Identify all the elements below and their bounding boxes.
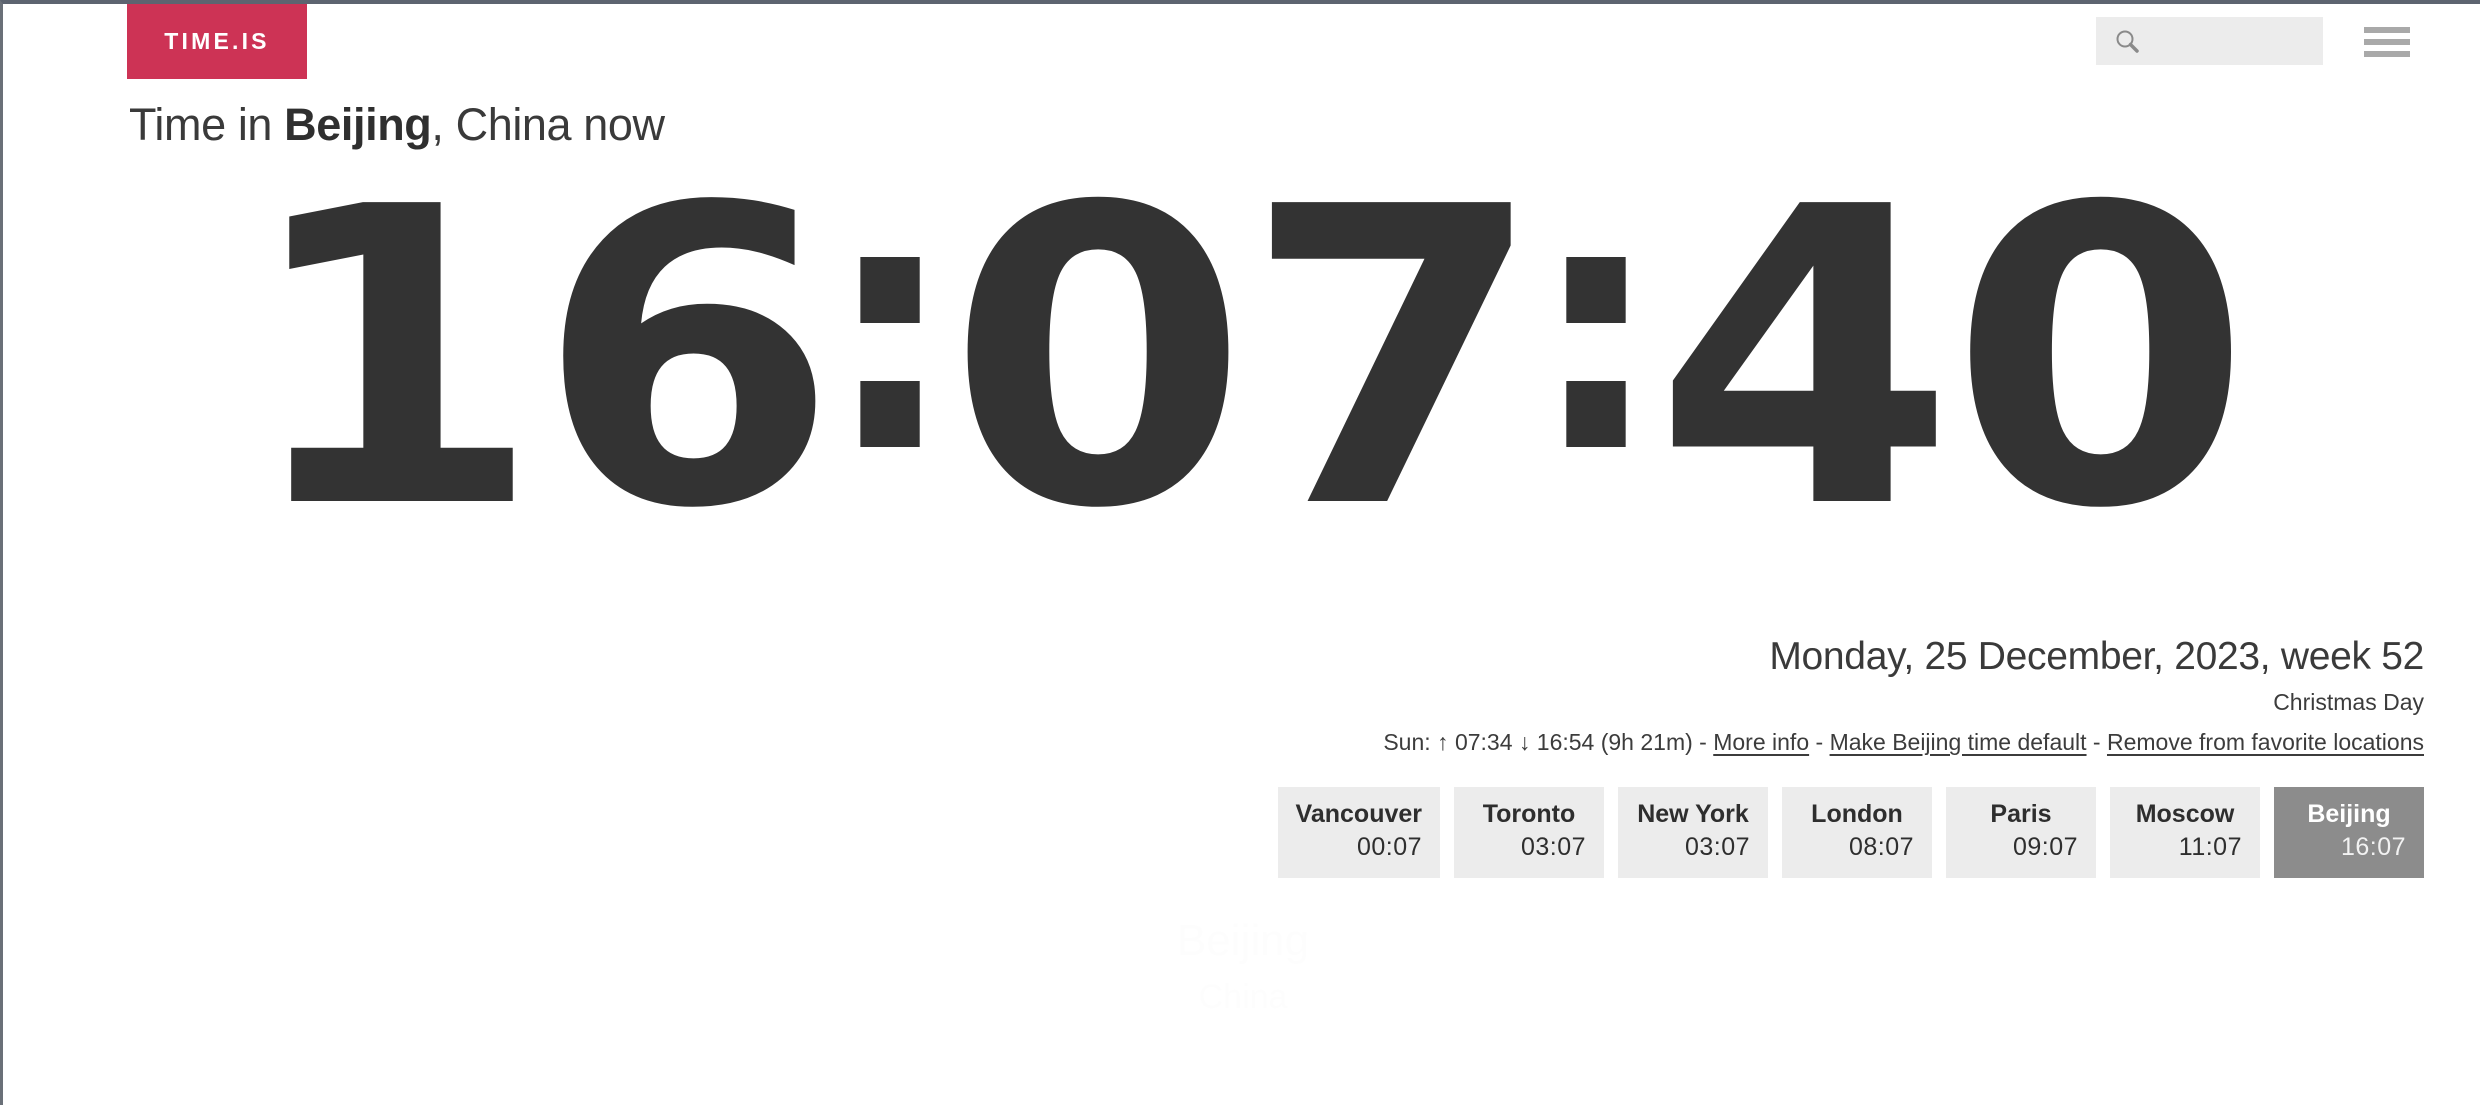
city-time: 03:07 — [1520, 833, 1586, 862]
remove-favorite-link[interactable]: Remove from favorite locations — [2107, 729, 2424, 755]
menu-bar-1 — [2364, 27, 2410, 33]
site-header: TIME.IS — [3, 4, 2480, 82]
city-tile-paris[interactable]: Paris 09:07 — [1946, 787, 2096, 878]
clock-seconds: 40 — [1653, 120, 2252, 598]
date-line: Monday, 25 December, 2023, week 52 — [1769, 635, 2424, 678]
city-time: 09:07 — [2012, 833, 2078, 862]
site-logo-label: TIME.IS — [164, 28, 270, 54]
city-name: New York — [1637, 800, 1749, 828]
holiday-label: Christmas Day — [2273, 688, 2424, 715]
time-is-page: TIME.IS Time in Beijing, China now 16 07… — [0, 0, 2480, 1105]
city-name: London — [1811, 800, 1903, 828]
city-tile-beijing[interactable]: Beijing 16:07 — [2274, 787, 2424, 878]
favorite-cities-bar: Vancouver 00:07 Toronto 03:07 New York 0… — [1277, 787, 2424, 878]
city-tile-moscow[interactable]: Moscow 11:07 — [2110, 787, 2260, 878]
city-tile-new-york[interactable]: New York 03:07 — [1618, 787, 1768, 878]
menu-bar-2 — [2364, 39, 2410, 45]
city-name: Vancouver — [1295, 800, 1422, 828]
search-box[interactable] — [2096, 17, 2323, 65]
faint-text-line-2: China — [1198, 977, 1288, 1016]
site-logo[interactable]: TIME.IS — [127, 4, 307, 79]
clock-hours: 16 — [240, 120, 838, 598]
sun-sep-3: - — [2092, 728, 2101, 755]
city-time: 11:07 — [2178, 833, 2242, 862]
clock-separator-1 — [860, 257, 920, 461]
sunset-time: 16:54 — [1536, 728, 1595, 755]
city-time: 03:07 — [1684, 833, 1750, 862]
more-info-link[interactable]: More info — [1713, 729, 1809, 755]
sun-sep-2: - — [1815, 728, 1824, 755]
city-time: 08:07 — [1848, 833, 1914, 862]
city-tile-toronto[interactable]: Toronto 03:07 — [1454, 787, 1604, 878]
big-clock: 16 07 40 — [3, 144, 2480, 574]
city-tile-vancouver[interactable]: Vancouver 00:07 — [1277, 787, 1440, 878]
sunrise-time: 07:34 — [1454, 728, 1513, 755]
menu-bar-3 — [2364, 51, 2410, 57]
city-name: Toronto — [1482, 800, 1576, 828]
city-name: Moscow — [2135, 800, 2235, 828]
faint-background-text: Beijing China — [3, 909, 2480, 1022]
city-name: Paris — [1990, 800, 2052, 828]
city-tile-london[interactable]: London 08:07 — [1782, 787, 1932, 878]
sunset-arrow-icon: ↓ — [1518, 728, 1531, 755]
hamburger-menu-icon[interactable] — [2364, 24, 2410, 60]
city-time: 00:07 — [1356, 833, 1422, 862]
date-info-block: Monday, 25 December, 2023, week 52 Chris… — [724, 635, 2424, 756]
sun-sep-1: - — [1699, 728, 1707, 755]
search-icon — [2114, 28, 2140, 54]
city-time: 16:07 — [2340, 833, 2406, 862]
make-default-link[interactable]: Make Beijing time default — [1830, 729, 2087, 755]
day-length: (9h 21m) — [1600, 728, 1693, 755]
faint-text-line-1: Beijing — [1176, 916, 1310, 965]
sunrise-arrow-icon: ↑ — [1437, 728, 1449, 755]
city-name: Beijing — [2307, 800, 2391, 828]
sun-label: Sun: — [1383, 728, 1431, 755]
clock-minutes: 07 — [946, 120, 1545, 598]
sun-info-line: Sun: ↑ 07:34 ↓ 16:54 (9h 21m) - More inf… — [724, 729, 2424, 756]
search-input[interactable] — [2150, 28, 2304, 54]
clock-separator-2 — [1566, 257, 1626, 461]
